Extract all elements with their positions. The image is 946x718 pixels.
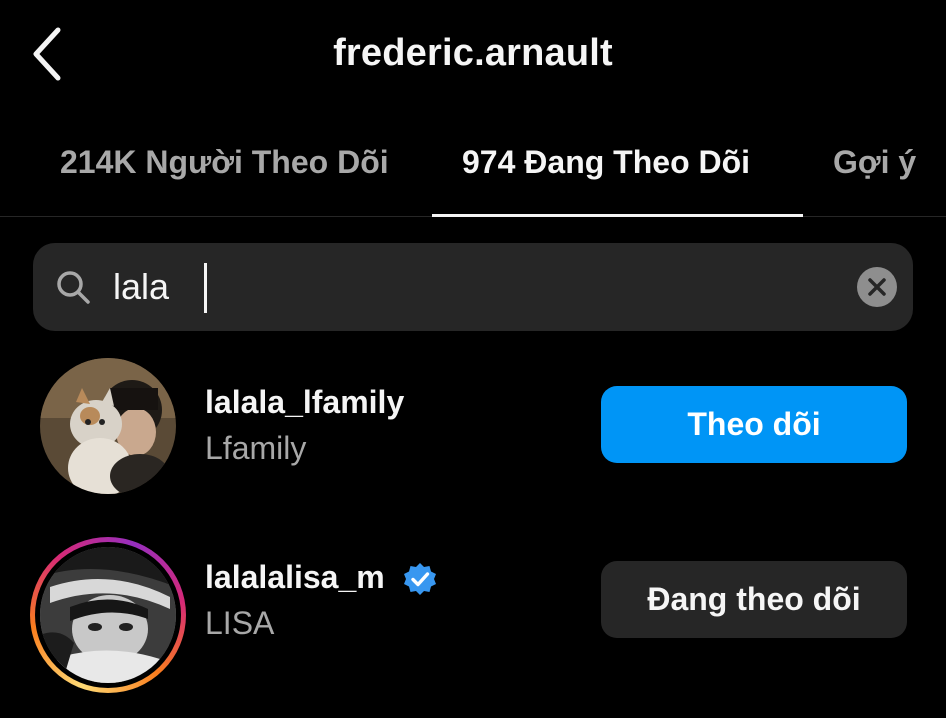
story-ring-gap [35, 542, 181, 688]
verified-badge-icon [404, 563, 436, 595]
page-title: frederic.arnault [333, 32, 613, 74]
username[interactable]: lalala_lfamily [205, 384, 404, 421]
story-ring[interactable] [30, 537, 186, 693]
tab-bar: 214K Người Theo Dõi 974 Đang Theo Dõi Gợ… [0, 132, 946, 217]
active-tab-indicator [432, 214, 803, 217]
search-bar[interactable] [33, 243, 913, 331]
full-name: LISA [205, 605, 275, 641]
text-caret [204, 263, 207, 313]
full-name: Lfamily [205, 430, 307, 466]
following-button[interactable]: Đang theo dõi [601, 561, 907, 638]
avatar-image [40, 358, 176, 494]
search-input[interactable] [109, 257, 793, 317]
tab-followers[interactable]: 214K Người Theo Dõi [60, 144, 389, 181]
list-item: lalalalisa_m LISA Đang theo dõi [0, 525, 946, 693]
follow-button[interactable]: Theo dõi [601, 386, 907, 463]
tab-suggestions[interactable]: Gợi ý [833, 144, 916, 181]
username[interactable]: lalalalisa_m [205, 559, 385, 596]
avatar-image [40, 547, 176, 683]
avatar[interactable] [40, 358, 176, 494]
clear-search-button[interactable] [857, 267, 897, 307]
list-item: lalala_lfamily Lfamily Theo dõi [0, 350, 946, 510]
tab-following[interactable]: 974 Đang Theo Dõi [462, 144, 750, 181]
following-list-screen: frederic.arnault 214K Người Theo Dõi 974… [0, 0, 946, 718]
search-icon [57, 271, 90, 304]
clear-icon [868, 278, 886, 296]
avatar [40, 547, 176, 683]
